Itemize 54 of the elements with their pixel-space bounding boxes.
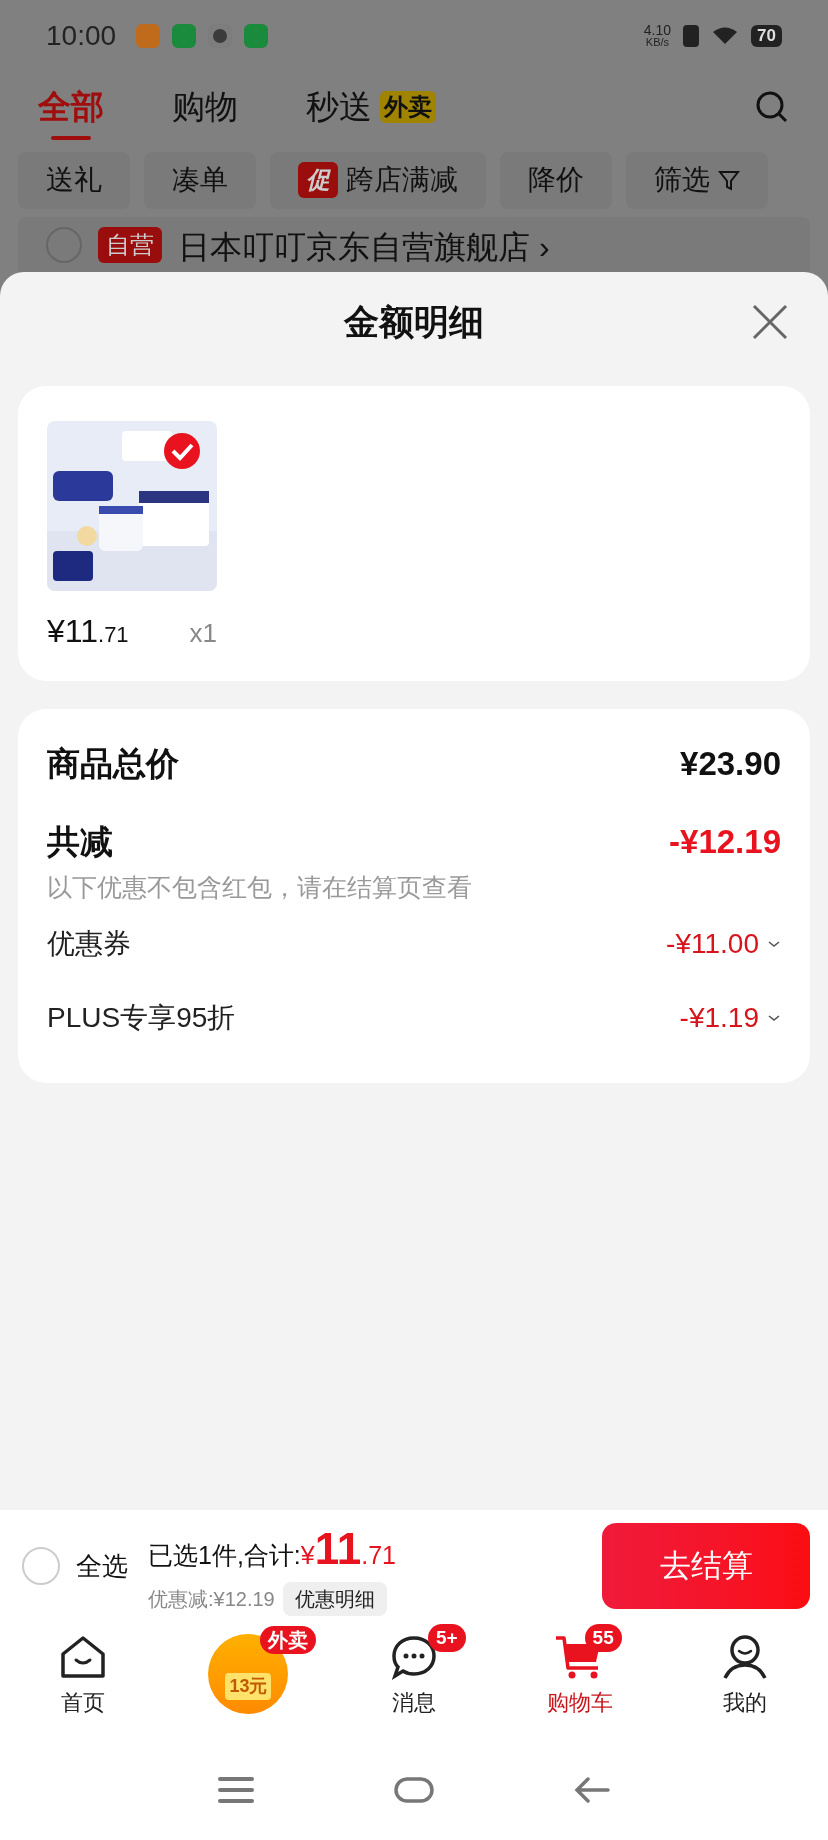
filter-icon bbox=[718, 169, 740, 192]
count-badge: 5+ bbox=[428, 1624, 466, 1652]
menu-icon[interactable] bbox=[218, 1776, 254, 1804]
app-icon bbox=[136, 23, 161, 48]
nav-tab[interactable]: 首页 bbox=[58, 1634, 107, 1719]
chevron-down-icon bbox=[767, 939, 781, 948]
selected-summary: 已选1件,合计: bbox=[148, 1540, 301, 1571]
promo-amount: 13元 bbox=[225, 1673, 272, 1700]
category-tab[interactable]: 购物 bbox=[172, 71, 238, 142]
filter-chip[interactable]: 促 跨店满减 bbox=[270, 151, 486, 210]
wifi-icon bbox=[711, 25, 740, 46]
battery-indicator: 70 bbox=[751, 24, 782, 47]
discount-detail-button[interactable]: 优惠明细 bbox=[282, 1582, 387, 1616]
discount-label: PLUS专享95折 bbox=[47, 1000, 236, 1035]
select-all-label: 全选 bbox=[76, 1549, 128, 1583]
chevron-down-icon bbox=[767, 1013, 781, 1022]
chat-bubble-icon bbox=[390, 1634, 438, 1680]
home-icon bbox=[58, 1634, 107, 1680]
total-price: ¥11.71 bbox=[300, 1523, 396, 1575]
item-quantity: x1 bbox=[189, 617, 217, 650]
network-unit: KB/s bbox=[645, 37, 670, 49]
status-time: 10:00 bbox=[46, 18, 117, 53]
store-name[interactable]: 日本叮叮京东自营旗舰店 › bbox=[178, 227, 550, 268]
discount-value[interactable]: -¥11.00 bbox=[666, 922, 759, 965]
discount-summary: 优惠减:¥12.19 bbox=[148, 1587, 275, 1612]
app-icon bbox=[172, 23, 197, 48]
network-speed: 4.10 bbox=[643, 23, 672, 38]
select-all-checkbox[interactable] bbox=[22, 1547, 60, 1585]
promo-tag: 促 bbox=[298, 162, 338, 199]
takeout-badge: 外卖 bbox=[380, 90, 436, 123]
filter-chip[interactable]: 凑单 bbox=[144, 151, 256, 210]
total-value: ¥23.90 bbox=[680, 744, 781, 785]
close-icon[interactable] bbox=[752, 304, 788, 340]
filter-chip[interactable]: 送礼 bbox=[18, 151, 130, 210]
app-icon bbox=[244, 23, 269, 48]
filter-chip[interactable]: 筛选 bbox=[626, 151, 768, 210]
self-operated-tag: 自营 bbox=[98, 227, 162, 264]
sim-icon bbox=[683, 24, 700, 47]
sheet-title: 金额明细 bbox=[344, 300, 484, 343]
home-button-icon[interactable] bbox=[394, 1776, 434, 1804]
discount-label: 优惠券 bbox=[47, 926, 131, 961]
item-price: ¥11.71 bbox=[47, 612, 129, 651]
category-tab[interactable]: 秒送 外卖 bbox=[306, 71, 436, 142]
total-label: 商品总价 bbox=[47, 744, 179, 785]
discount-value[interactable]: -¥1.19 bbox=[679, 996, 759, 1039]
filter-chip[interactable]: 降价 bbox=[500, 151, 612, 210]
reduction-label: 共减 bbox=[47, 822, 113, 863]
nav-tab[interactable]: 我的 bbox=[721, 1634, 770, 1719]
reduction-note: 以下优惠不包含红包，请在结算页查看 bbox=[47, 872, 473, 903]
takeout-badge: 外卖 bbox=[260, 1626, 317, 1654]
count-badge: 55 bbox=[584, 1624, 622, 1652]
back-icon[interactable] bbox=[574, 1776, 610, 1804]
checkout-button[interactable]: 去结算 bbox=[602, 1523, 810, 1609]
reduction-value: -¥12.19 bbox=[669, 822, 781, 863]
